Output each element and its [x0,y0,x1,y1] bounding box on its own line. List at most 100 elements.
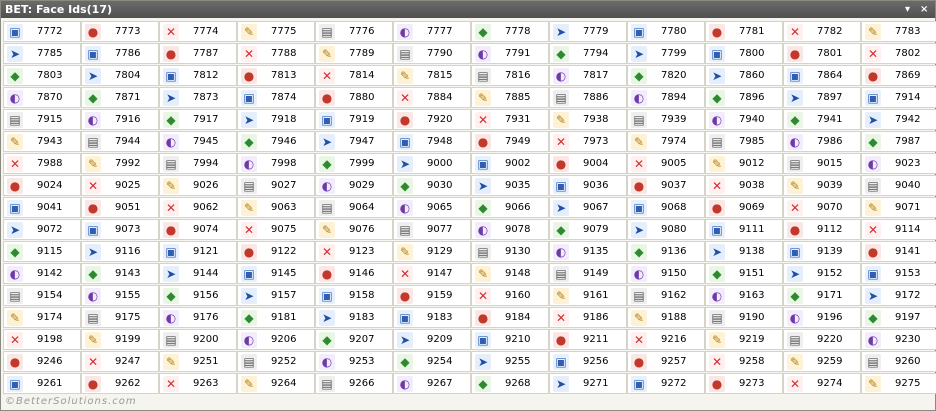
face-id-button[interactable]: ▣ 7800 [705,43,783,64]
face-id-button[interactable]: ▤ 9149 [549,263,627,284]
face-id-button[interactable]: ✎ 9259 [783,351,861,372]
face-id-button[interactable]: ◆ 7871 [81,87,159,108]
face-id-button[interactable]: ● 9122 [237,241,315,262]
face-id-button[interactable]: ◐ 7894 [627,87,705,108]
face-id-button[interactable]: ● 7781 [705,21,783,42]
face-id-button[interactable]: ◐ 9155 [81,285,159,306]
face-id-button[interactable]: ▤ 9027 [237,175,315,196]
face-id-button[interactable]: ➤ 7799 [627,43,705,64]
face-id-button[interactable]: ✎ 9129 [393,241,471,262]
face-id-button[interactable]: ✎ 7783 [861,21,936,42]
face-id-button[interactable]: ▤ 9015 [783,153,861,174]
face-id-button[interactable]: ✕ 9216 [627,329,705,350]
face-id-button[interactable]: ✎ 9264 [237,373,315,394]
face-id-button[interactable]: ▤ 9077 [393,219,471,240]
face-id-button[interactable]: ▣ 7874 [237,87,315,108]
face-id-button[interactable]: ✎ 9161 [549,285,627,306]
face-id-button[interactable]: ✕ 9263 [159,373,237,394]
face-id-button[interactable]: ▣ 7914 [861,87,936,108]
face-id-button[interactable]: ✎ 9012 [705,153,783,174]
face-id-button[interactable]: ▤ 9154 [3,285,81,306]
face-id-button[interactable]: ✎ 9174 [3,307,81,328]
face-id-button[interactable]: ◐ 7986 [783,131,861,152]
face-id-button[interactable]: ◐ 9196 [783,307,861,328]
face-id-button[interactable]: ▤ 9200 [159,329,237,350]
face-id-button[interactable]: ▣ 7812 [159,65,237,86]
face-id-button[interactable]: ● 9037 [627,175,705,196]
face-id-button[interactable]: ● 9246 [3,351,81,372]
face-id-button[interactable]: ◆ 9171 [783,285,861,306]
face-id-button[interactable]: ➤ 9000 [393,153,471,174]
face-id-button[interactable]: ➤ 9116 [81,241,159,262]
face-id-button[interactable]: ➤ 9255 [471,351,549,372]
face-id-button[interactable]: ✎ 9148 [471,263,549,284]
face-id-button[interactable]: ◆ 7820 [627,65,705,86]
face-id-button[interactable]: ✎ 7789 [315,43,393,64]
face-id-button[interactable]: ▤ 9266 [315,373,393,394]
face-id-button[interactable]: ▣ 9158 [315,285,393,306]
face-id-button[interactable]: ✕ 9062 [159,197,237,218]
face-id-button[interactable]: ✎ 9251 [159,351,237,372]
face-id-button[interactable]: ✕ 7931 [471,109,549,130]
face-id-button[interactable]: ▣ 7786 [81,43,159,64]
face-id-button[interactable]: ✕ 9147 [393,263,471,284]
face-id-button[interactable]: ✕ 7973 [549,131,627,152]
face-id-button[interactable]: ◐ 7945 [159,131,237,152]
face-id-button[interactable]: ▣ 9111 [705,219,783,240]
face-id-button[interactable]: ✕ 7884 [393,87,471,108]
face-id-button[interactable]: ➤ 9067 [549,197,627,218]
face-id-button[interactable]: ▤ 9190 [705,307,783,328]
face-id-button[interactable]: ✕ 7788 [237,43,315,64]
face-id-button[interactable]: ● 9024 [3,175,81,196]
face-id-button[interactable]: ◆ 7999 [315,153,393,174]
face-id-button[interactable]: ● 9004 [549,153,627,174]
face-id-button[interactable]: ◐ 9206 [237,329,315,350]
face-id-button[interactable]: ● 7920 [393,109,471,130]
face-id-button[interactable]: ● 9051 [81,197,159,218]
face-id-button[interactable]: ▤ 9064 [315,197,393,218]
face-id-button[interactable]: ▤ 9260 [861,351,936,372]
face-id-button[interactable]: ✕ 9123 [315,241,393,262]
face-id-button[interactable]: ▣ 9145 [237,263,315,284]
face-id-button[interactable]: ▤ 9040 [861,175,936,196]
face-id-button[interactable]: ✕ 7782 [783,21,861,42]
face-id-button[interactable]: ▤ 9175 [81,307,159,328]
face-id-button[interactable]: ● 9146 [315,263,393,284]
face-id-button[interactable]: ▣ 9121 [159,241,237,262]
face-id-button[interactable]: ✎ 7992 [81,153,159,174]
face-id-button[interactable]: ✕ 7814 [315,65,393,86]
face-id-button[interactable]: ✕ 9198 [3,329,81,350]
face-id-button[interactable]: ▣ 7948 [393,131,471,152]
face-id-button[interactable]: ✕ 9274 [783,373,861,394]
face-id-button[interactable]: ▤ 9252 [237,351,315,372]
face-id-button[interactable]: ➤ 7873 [159,87,237,108]
face-id-button[interactable]: ▤ 7939 [627,109,705,130]
face-id-button[interactable]: ➤ 7947 [315,131,393,152]
face-id-button[interactable]: ● 9141 [861,241,936,262]
face-id-button[interactable]: ◐ 9078 [471,219,549,240]
face-id-button[interactable]: ◆ 7917 [159,109,237,130]
face-id-button[interactable]: ◐ 9176 [159,307,237,328]
face-id-button[interactable]: ✎ 9071 [861,197,936,218]
face-id-button[interactable]: ◐ 9253 [315,351,393,372]
face-id-button[interactable]: ✎ 7815 [393,65,471,86]
face-id-button[interactable]: ✎ 9275 [861,373,936,394]
face-id-button[interactable]: ◆ 9030 [393,175,471,196]
face-id-button[interactable]: ◐ 9163 [705,285,783,306]
close-icon[interactable]: × [920,1,928,18]
face-id-button[interactable]: ● 7773 [81,21,159,42]
face-id-button[interactable]: ● 7869 [861,65,936,86]
face-id-button[interactable]: ➤ 9271 [549,373,627,394]
face-id-button[interactable]: ▣ 9002 [471,153,549,174]
face-id-button[interactable]: ✕ 9247 [81,351,159,372]
face-id-button[interactable]: ● 7949 [471,131,549,152]
face-id-button[interactable]: ◆ 7803 [3,65,81,86]
face-id-button[interactable]: ◆ 7946 [237,131,315,152]
face-id-button[interactable]: ✎ 7885 [471,87,549,108]
face-id-button[interactable]: ✕ 7988 [3,153,81,174]
face-id-button[interactable]: ➤ 7785 [3,43,81,64]
face-id-button[interactable]: ▣ 9272 [627,373,705,394]
face-id-button[interactable]: ✕ 9025 [81,175,159,196]
face-id-button[interactable]: ◐ 9150 [627,263,705,284]
face-id-button[interactable]: ➤ 9144 [159,263,237,284]
